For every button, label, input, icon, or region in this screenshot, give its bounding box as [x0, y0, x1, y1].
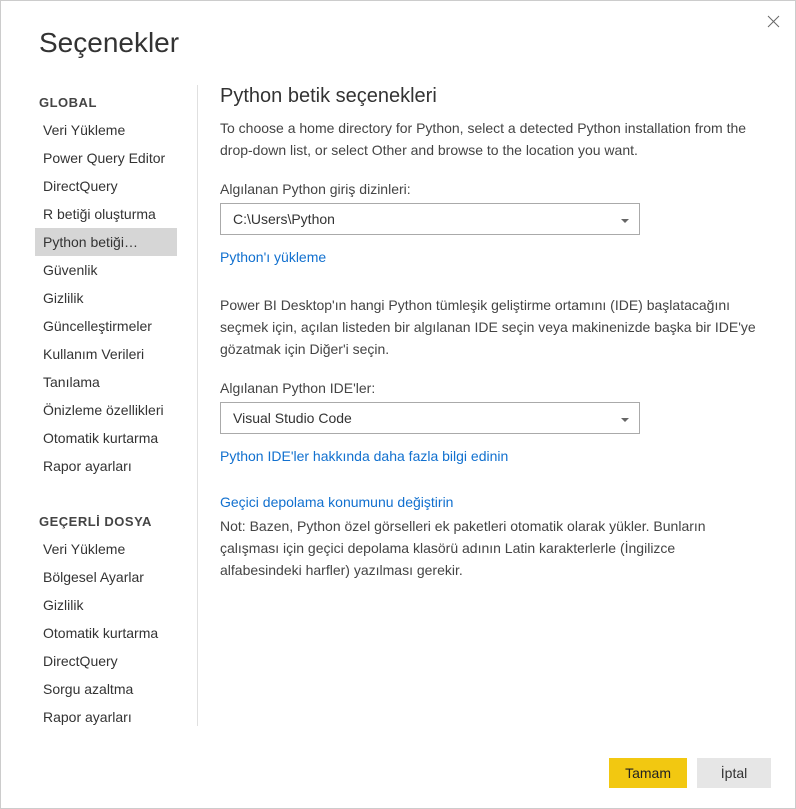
- sidebar-section-global: GLOBAL: [39, 85, 189, 116]
- close-icon: [767, 15, 780, 28]
- chevron-down-icon: [621, 410, 629, 426]
- sidebar-item-veri-yukleme[interactable]: Veri Yükleme: [35, 116, 177, 144]
- sidebar-item-tanilama[interactable]: Tanılama: [35, 368, 177, 396]
- sidebar-item-kullanim-verileri[interactable]: Kullanım Verileri: [35, 340, 177, 368]
- ide-info-link[interactable]: Python IDE'ler hakkında daha fazla bilgi…: [220, 448, 508, 464]
- ide-label: Algılanan Python IDE'ler:: [220, 380, 757, 396]
- sidebar-item-guncellestirmeler[interactable]: Güncelleştirmeler: [35, 312, 177, 340]
- sidebar-item-power-query-editor[interactable]: Power Query Editor: [35, 144, 177, 172]
- sidebar-item-cf-sorgu-azaltma[interactable]: Sorgu azaltma: [35, 675, 177, 703]
- temp-storage-link[interactable]: Geçici depolama konumunu değiştirin: [220, 494, 453, 510]
- main-panel: Python betik seçenekleri To choose a hom…: [198, 85, 795, 726]
- dialog-title: Seçenekler: [1, 1, 795, 59]
- home-dir-dropdown[interactable]: C:\Users\Python: [220, 203, 640, 235]
- dialog-footer: Tamam İptal: [609, 758, 771, 788]
- home-dir-value: C:\Users\Python: [233, 211, 335, 227]
- sidebar-item-otomatik-kurtarma[interactable]: Otomatik kurtarma: [35, 424, 177, 452]
- install-python-link[interactable]: Python'ı yükleme: [220, 249, 326, 265]
- sidebar-section-current-file: GEÇERLİ DOSYA: [39, 504, 189, 535]
- sidebar-item-rapor-ayarlari[interactable]: Rapor ayarları: [35, 452, 177, 480]
- sidebar-item-r-betigi[interactable]: R betiği oluşturma: [35, 200, 177, 228]
- sidebar-item-directquery[interactable]: DirectQuery: [35, 172, 177, 200]
- sidebar-item-cf-rapor-ayarlari[interactable]: Rapor ayarları: [35, 703, 177, 726]
- ok-button[interactable]: Tamam: [609, 758, 687, 788]
- chevron-down-icon: [621, 211, 629, 227]
- ide-description: Power BI Desktop'ın hangi Python tümleşi…: [220, 295, 757, 360]
- sidebar-item-python-betigi[interactable]: Python betiği…: [35, 228, 177, 256]
- cancel-button[interactable]: İptal: [697, 758, 771, 788]
- sidebar-item-cf-bolgesel-ayarlar[interactable]: Bölgesel Ayarlar: [35, 563, 177, 591]
- sidebar-item-cf-veri-yukleme[interactable]: Veri Yükleme: [35, 535, 177, 563]
- sidebar-item-guvenlik[interactable]: Güvenlik: [35, 256, 177, 284]
- ide-value: Visual Studio Code: [233, 410, 352, 426]
- sidebar-item-cf-directquery[interactable]: DirectQuery: [35, 647, 177, 675]
- sidebar: GLOBAL Veri Yükleme Power Query Editor D…: [1, 85, 189, 726]
- page-description: To choose a home directory for Python, s…: [220, 118, 757, 161]
- temp-storage-note: Not: Bazen, Python özel görselleri ek pa…: [220, 516, 757, 581]
- sidebar-item-gizlilik[interactable]: Gizlilik: [35, 284, 177, 312]
- sidebar-item-cf-otomatik-kurtarma[interactable]: Otomatik kurtarma: [35, 619, 177, 647]
- page-title: Python betik seçenekleri: [220, 85, 757, 108]
- close-button[interactable]: [761, 9, 785, 33]
- home-dir-label: Algılanan Python giriş dizinleri:: [220, 181, 757, 197]
- sidebar-item-cf-gizlilik[interactable]: Gizlilik: [35, 591, 177, 619]
- sidebar-item-onizleme-ozellikleri[interactable]: Önizleme özellikleri: [35, 396, 177, 424]
- ide-dropdown[interactable]: Visual Studio Code: [220, 402, 640, 434]
